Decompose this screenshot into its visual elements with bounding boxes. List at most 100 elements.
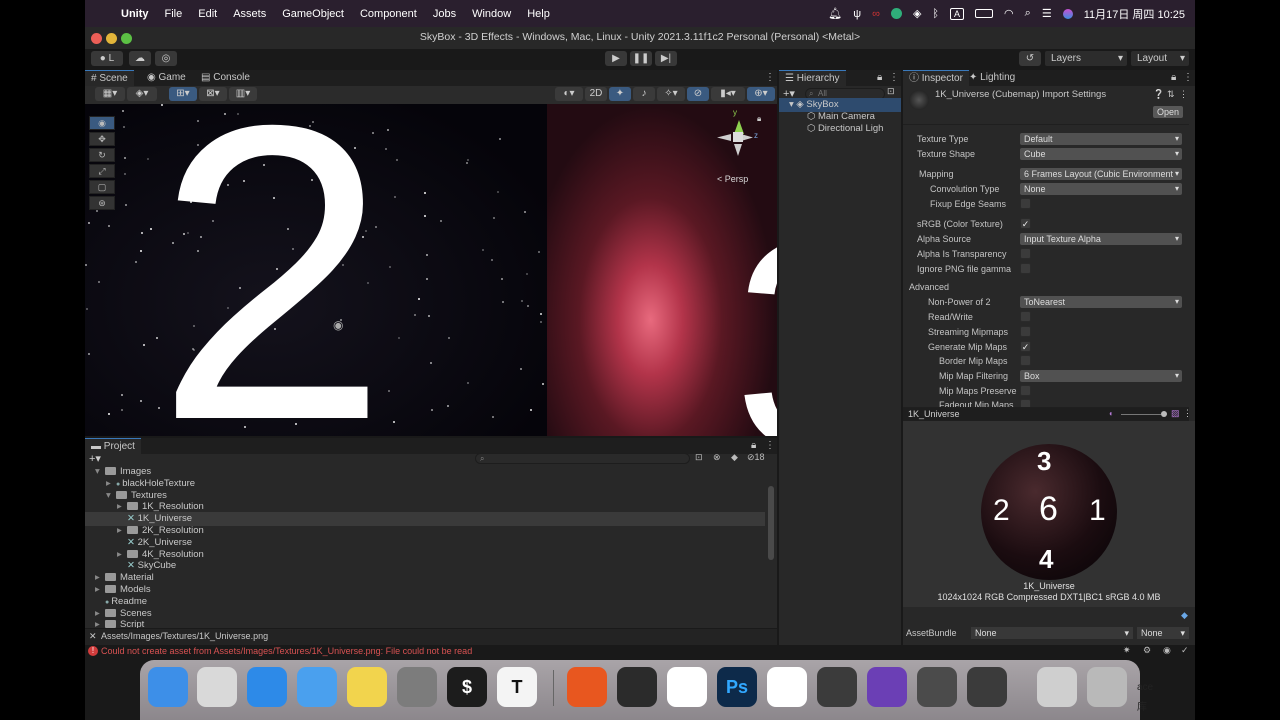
prop-dropdown[interactable]: None	[1020, 183, 1182, 195]
debug-mode-icon[interactable]: ⚙	[1143, 645, 1151, 656]
layers-dropdown[interactable]: Layers ▾	[1045, 51, 1127, 66]
camera-button[interactable]: ▮◂▾	[711, 87, 745, 101]
wifi-icon[interactable]: ◠	[1004, 7, 1014, 20]
prop-checkbox[interactable]	[1020, 263, 1031, 274]
prop-checkbox[interactable]: ✓	[1020, 218, 1031, 229]
gizmo-neg-y-axis[interactable]	[734, 144, 742, 156]
search-by-type-icon[interactable]: ⊡	[695, 452, 703, 463]
prop-checkbox[interactable]: ✓	[1020, 341, 1031, 352]
transform-tool-button[interactable]: ⊛	[89, 196, 115, 210]
orientation-gizmo[interactable]: y z	[713, 108, 763, 164]
dock-firefox-icon[interactable]	[567, 667, 607, 707]
dock-launchpad-icon[interactable]	[197, 667, 237, 707]
bell-icon[interactable]: 🔔︎	[828, 7, 842, 20]
prop-checkbox[interactable]	[1020, 326, 1031, 337]
play-button[interactable]: ▶	[605, 51, 627, 66]
lighting-toggle-button[interactable]: ✦	[609, 87, 631, 101]
move-tool-button[interactable]: ✥	[89, 132, 115, 146]
increment-snap-button[interactable]: ▥▾	[229, 87, 257, 101]
prop-dropdown[interactable]: Default	[1020, 133, 1182, 145]
gizmo-center-cube[interactable]	[733, 132, 743, 142]
scene-more-icon[interactable]: ⋮	[759, 70, 781, 86]
unity-status-icon[interactable]: ◈	[913, 7, 921, 20]
tab-scene[interactable]: # Scene	[85, 70, 134, 86]
tab-lighting[interactable]: ✦ Lighting	[963, 70, 1021, 86]
search-by-label-icon[interactable]: ⊗	[713, 452, 721, 463]
tab-game[interactable]: ◉ Game	[141, 70, 192, 86]
open-button[interactable]: Open	[1153, 106, 1183, 118]
tab-inspector[interactable]: ⓘ Inspector	[903, 70, 969, 86]
dock-trash-icon[interactable]	[1087, 667, 1127, 707]
control-center-icon[interactable]: ☰	[1042, 7, 1052, 20]
dock-preview-icon[interactable]	[1037, 667, 1077, 707]
view-tool-button[interactable]: ◉	[89, 116, 115, 130]
hierarchy-filter-icon[interactable]: ⊡	[887, 86, 895, 97]
prop-checkbox[interactable]	[1020, 385, 1031, 396]
dock-typora-icon[interactable]: T	[497, 667, 537, 707]
preset-icon[interactable]: ⇅	[1167, 89, 1175, 100]
shading-button[interactable]: ◈▾	[127, 87, 157, 101]
account-button[interactable]: ● L	[91, 51, 123, 66]
grid-snap-button[interactable]: ⊞▾	[169, 87, 197, 101]
scale-tool-button[interactable]: ⤢	[89, 164, 115, 178]
hierarchy-more-icon[interactable]: ⋮	[883, 70, 905, 86]
assetbundle-variant-dropdown[interactable]: None ▾	[1137, 627, 1189, 639]
siri-icon[interactable]	[1062, 8, 1073, 19]
dock-terminal-icon[interactable]: $	[447, 667, 487, 707]
visibility-toggle-button[interactable]: ⊘	[687, 87, 709, 101]
dock-calculator-icon[interactable]	[917, 667, 957, 707]
audio-toggle-button[interactable]: ♪	[633, 87, 655, 101]
tag-icon[interactable]: ◆	[1181, 610, 1188, 621]
ok-status-icon[interactable]: ✓	[1181, 645, 1189, 656]
rotate-tool-button[interactable]: ↻	[89, 148, 115, 162]
tuning-fork-icon[interactable]: ψ	[853, 8, 861, 20]
collab-button[interactable]: ◎	[155, 51, 177, 66]
step-button[interactable]: ▶|	[655, 51, 677, 66]
menu-component[interactable]: Component	[360, 8, 417, 20]
dock-photoshop-icon[interactable]: Ps	[717, 667, 757, 707]
prop-dropdown[interactable]: Box	[1020, 370, 1182, 382]
menu-help[interactable]: Help	[527, 8, 550, 20]
mip-slider-handle[interactable]	[1161, 411, 1167, 417]
prop-dropdown[interactable]: ToNearest	[1020, 296, 1182, 308]
favorite-tag-icon[interactable]: ◆	[731, 452, 738, 463]
grid-button[interactable]: ⊠▾	[199, 87, 227, 101]
project-search-input[interactable]: ⌕	[475, 453, 690, 464]
dock-system-settings-icon[interactable]	[397, 667, 437, 707]
assetbundle-dropdown[interactable]: None ▾	[971, 627, 1133, 639]
search-icon[interactable]: ⌕	[1025, 7, 1031, 20]
cloud-button[interactable]: ☁	[129, 51, 151, 66]
hierarchy-item-directional-light[interactable]: ⬡ Directional Ligh	[779, 122, 883, 136]
prop-checkbox[interactable]	[1020, 198, 1031, 209]
dock-unity-hub-icon[interactable]	[617, 667, 657, 707]
dock-app-red-icon[interactable]	[667, 667, 707, 707]
mode-2d-button[interactable]: 2D	[585, 87, 607, 101]
prop-checkbox[interactable]	[1020, 248, 1031, 259]
preview-channel-icon[interactable]: ◐	[1109, 409, 1114, 418]
prop-checkbox[interactable]	[1020, 355, 1031, 366]
inspector-more-icon[interactable]: ⋮	[1177, 70, 1195, 86]
progress-icon[interactable]: ✷	[1123, 645, 1131, 656]
dock-finder-icon[interactable]	[148, 667, 188, 707]
battery-icon[interactable]	[975, 9, 994, 18]
clock-text[interactable]: 11月17日 周四 10:25	[1084, 6, 1185, 22]
preview-area[interactable]: 3 6 2 1 4 1K_Universe 1024x1024 RGB Comp…	[903, 421, 1195, 607]
input-source-icon[interactable]: A	[950, 7, 965, 20]
effects-button[interactable]: ✧▾	[657, 87, 685, 101]
dock-unity-2-icon[interactable]	[967, 667, 1007, 707]
scene-viewport[interactable]: 2 3 ◉ ◉ ✥ ↻ ⤢ ▢ ⊛ y z < Persp 🔒︎	[85, 104, 777, 436]
error-message[interactable]: Could not create asset from Assets/Image…	[101, 646, 472, 656]
prop-checkbox[interactable]	[1020, 311, 1031, 322]
project-scrollbar[interactable]	[768, 486, 774, 560]
menu-gameobject[interactable]: GameObject	[282, 8, 344, 20]
tab-console[interactable]: ▤ Console	[195, 70, 256, 86]
prop-label[interactable]: Advanced	[909, 282, 949, 292]
gizmo-x-axis[interactable]	[717, 134, 731, 141]
preview-more-icon[interactable]: ⋮	[1183, 408, 1192, 419]
menu-app-name[interactable]: Unity	[121, 8, 149, 20]
dock-mail-icon[interactable]	[297, 667, 337, 707]
menu-window[interactable]: Window	[472, 8, 511, 20]
rect-tool-button[interactable]: ▢	[89, 180, 115, 194]
dock-qq-icon[interactable]	[767, 667, 807, 707]
menu-file[interactable]: File	[165, 8, 183, 20]
